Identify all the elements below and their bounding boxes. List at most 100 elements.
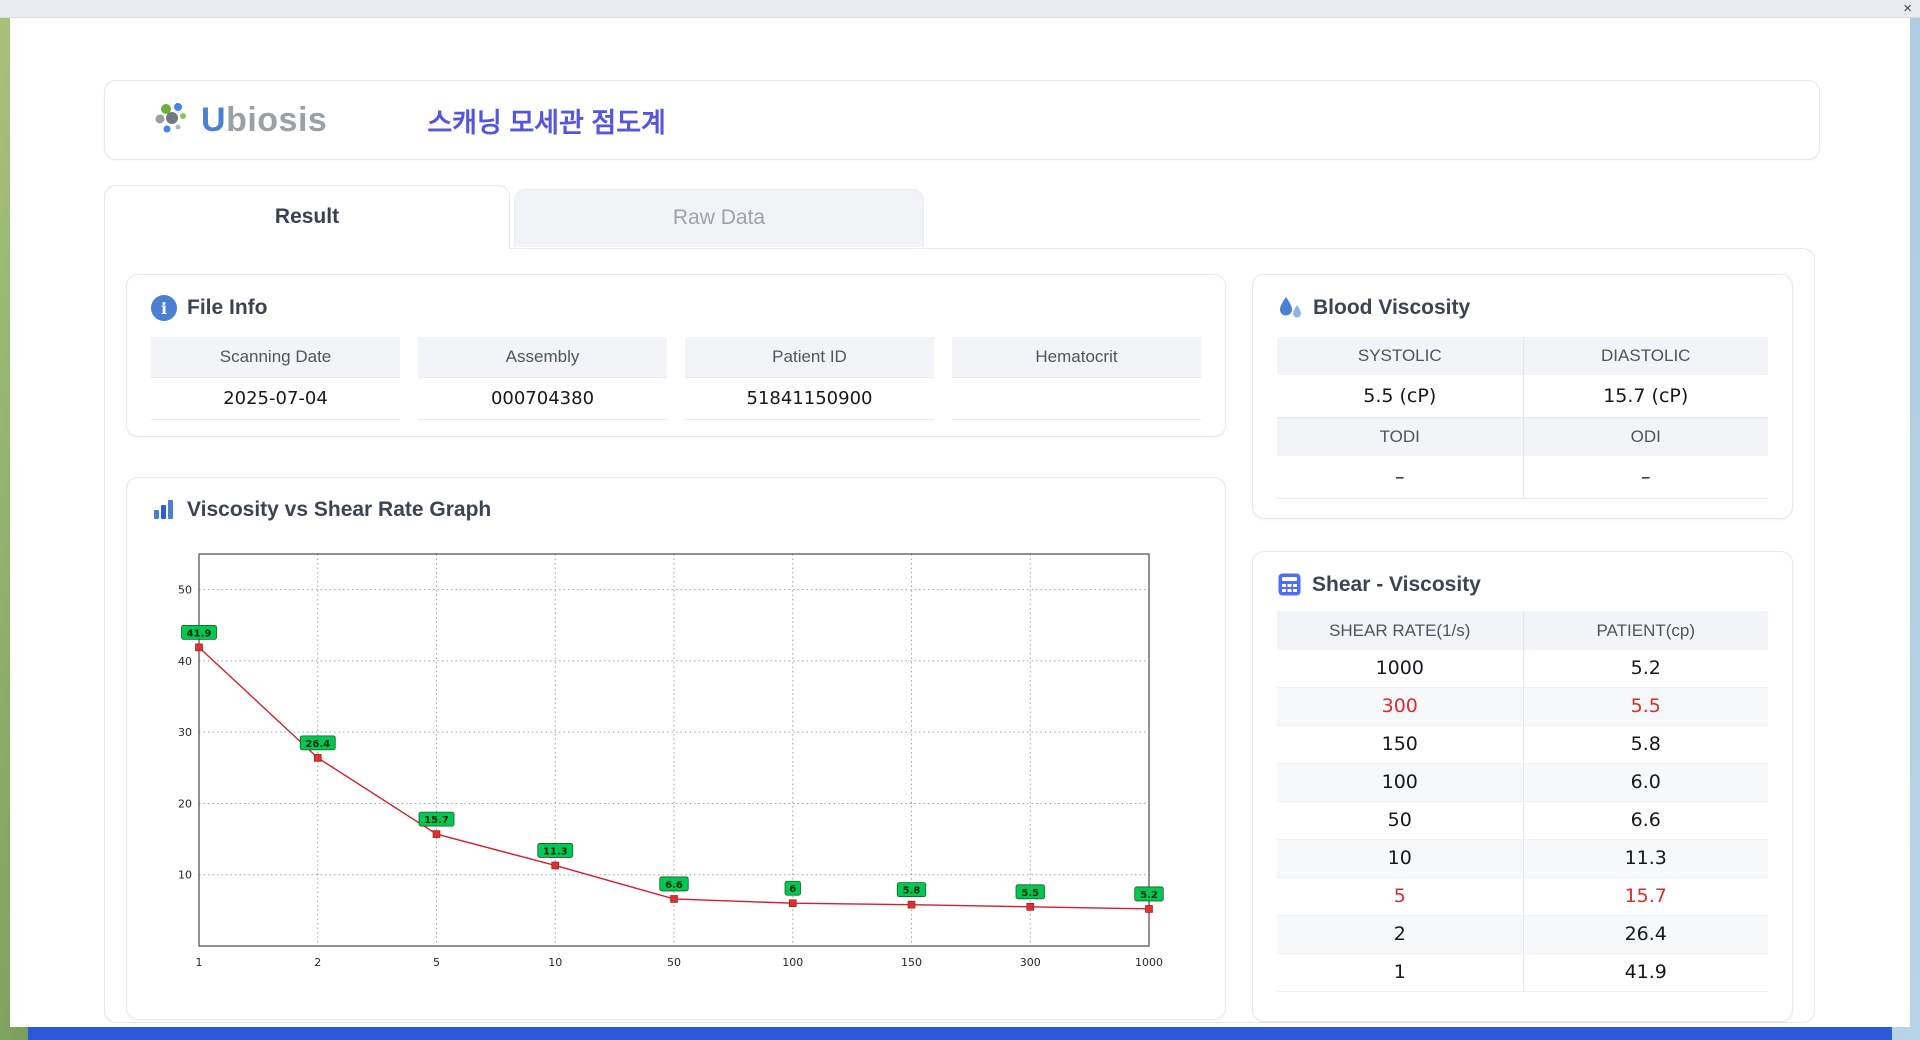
logo-dots-icon	[155, 103, 186, 133]
svg-text:10: 10	[548, 956, 562, 969]
close-icon[interactable]: ×	[1903, 0, 1912, 17]
shear-viscosity-row: 1 41.9	[1277, 954, 1768, 992]
bottom-taskbar	[28, 1027, 1892, 1040]
field-label: Scanning Date	[151, 337, 400, 378]
file-info-field: Assembly 000704380	[418, 337, 667, 420]
table-body: 1000 5.2 300 5.5 150 5.8 100 6.0 50 6.6 10 11.3 5 15.…	[1277, 650, 1768, 992]
file-info-field: Scanning Date 2025-07-04	[151, 337, 400, 420]
todi-value: –	[1277, 456, 1523, 499]
header-card: Ubiosis 스캐닝 모세관 점도계	[104, 80, 1820, 160]
shear-rate-cell: 2	[1393, 923, 1406, 945]
svg-text:1000: 1000	[1135, 956, 1163, 969]
shear-rate-cell: 50	[1387, 809, 1412, 831]
viscosity-shear-chart: 10 20 30 40 50 1 2 5 10 50 100 150 300 1000 41.9 26.4 15…	[178, 553, 1164, 969]
tab-result[interactable]: Result	[104, 185, 510, 249]
shear-rate-column-header: SHEAR RATE(1/s)	[1329, 621, 1471, 640]
info-icon: i	[151, 295, 177, 321]
file-info-card: i File Info Scanning Date 2025-07-04 Assem…	[126, 274, 1226, 437]
blood-viscosity-grid: SYSTOLIC DIASTOLIC 5.5 (cP) 15.7 (cP) TO…	[1277, 337, 1768, 499]
data-point-marker	[670, 895, 678, 903]
ubiosis-logo: Ubiosis	[151, 100, 327, 140]
table-header-row: SHEAR RATE(1/s) PATIENT(cp)	[1277, 611, 1768, 650]
shear-viscosity-row: 150 5.8	[1277, 726, 1768, 764]
diastolic-label: DIASTOLIC	[1522, 337, 1768, 375]
blood-viscosity-card: Blood Viscosity SYSTOLIC DIASTOLIC 5.5 (…	[1252, 274, 1793, 519]
point-value-label: 5.8	[903, 886, 921, 897]
desktop-background: × Ubiosis 스캐닝 모세관 점도계 Raw Data Result i …	[0, 0, 1920, 1040]
data-point-marker	[195, 643, 203, 652]
svg-text:20: 20	[178, 797, 192, 810]
field-label: Hematocrit	[952, 337, 1201, 378]
field-value	[952, 378, 1201, 420]
point-value-label: 41.9	[187, 628, 212, 639]
shear-rate-cell: 1	[1393, 961, 1406, 983]
bar-chart-icon	[154, 500, 173, 519]
file-info-field: Hematocrit	[952, 337, 1201, 420]
data-point-marker	[1026, 902, 1035, 911]
svg-text:150: 150	[901, 956, 922, 969]
shear-rate-cell: 100	[1381, 771, 1418, 793]
point-value-label: 6	[789, 884, 796, 895]
patient-column-header: PATIENT(cp)	[1522, 611, 1769, 650]
shear-viscosity-card: Shear - Viscosity SHEAR RATE(1/s) PATIEN…	[1252, 551, 1793, 1022]
shear-rate-cell: 300	[1381, 695, 1418, 717]
point-value-label: 6.6	[665, 880, 683, 891]
water-drops-icon	[1280, 297, 1301, 318]
data-point-marker	[1145, 905, 1153, 913]
field-value: 2025-07-04	[151, 378, 400, 420]
field-label: Patient ID	[685, 337, 934, 378]
patient-cp-cell: 15.7	[1522, 878, 1769, 915]
data-point-marker	[551, 861, 560, 870]
svg-text:50: 50	[178, 584, 192, 597]
shear-rate-cell: 150	[1381, 733, 1418, 755]
svg-text:2: 2	[314, 956, 321, 969]
viscosity-graph-card: Viscosity vs Shear Rate Graph 10 20 30 40 50…	[126, 477, 1226, 1020]
systolic-label: SYSTOLIC	[1277, 337, 1523, 375]
svg-text:300: 300	[1020, 956, 1041, 969]
result-panel: i File Info Scanning Date 2025-07-04 Assem…	[104, 248, 1815, 1023]
svg-text:5: 5	[433, 956, 440, 969]
svg-text:1: 1	[196, 956, 203, 969]
shear-viscosity-table: SHEAR RATE(1/s) PATIENT(cp) 1000 5.2 300 5.…	[1277, 611, 1768, 992]
patient-cp-cell: 5.5	[1522, 688, 1769, 725]
svg-text:40: 40	[178, 655, 192, 668]
app-window: Ubiosis 스캐닝 모세관 점도계 Raw Data Result i Fi…	[10, 17, 1910, 1027]
shear-rate-cell: 5	[1393, 885, 1406, 907]
tab-raw-data[interactable]: Raw Data	[514, 189, 924, 247]
svg-text:10: 10	[178, 869, 192, 882]
shear-viscosity-row: 5 15.7	[1277, 878, 1768, 916]
point-value-label: 5.5	[1021, 888, 1039, 899]
shear-viscosity-row: 300 5.5	[1277, 688, 1768, 726]
odi-label: ODI	[1522, 418, 1768, 456]
todi-label: TODI	[1277, 418, 1523, 456]
field-value: 51841150900	[685, 378, 934, 420]
blood-viscosity-title: Blood Viscosity	[1313, 296, 1471, 319]
shear-viscosity-row: 50 6.6	[1277, 802, 1768, 840]
shear-viscosity-row: 1000 5.2	[1277, 650, 1768, 688]
shear-viscosity-row: 10 11.3	[1277, 840, 1768, 878]
data-point-marker	[788, 899, 797, 908]
patient-cp-cell: 6.6	[1522, 802, 1769, 839]
file-info-title: File Info	[187, 296, 268, 319]
window-title-strip: ×	[0, 0, 1920, 18]
logo-text: Ubiosis	[201, 100, 328, 139]
field-value: 000704380	[418, 378, 667, 420]
shear-rate-cell: 10	[1387, 847, 1412, 869]
svg-text:50: 50	[667, 956, 681, 969]
file-info-field: Patient ID 51841150900	[685, 337, 934, 420]
point-value-label: 11.3	[543, 846, 568, 857]
data-points: 41.9 26.4 15.7 11.3 6.6 6 5.8 5.5 5.2	[181, 624, 1164, 913]
patient-cp-cell: 6.0	[1522, 764, 1769, 801]
point-value-label: 15.7	[424, 815, 449, 826]
patient-cp-cell: 5.2	[1522, 650, 1769, 687]
table-grid-icon	[1278, 573, 1301, 596]
shear-viscosity-row: 100 6.0	[1277, 764, 1768, 802]
patient-cp-cell: 41.9	[1522, 954, 1769, 991]
diastolic-value: 15.7 (cP)	[1522, 375, 1768, 418]
shear-rate-cell: 1000	[1375, 657, 1424, 679]
patient-cp-cell: 5.8	[1522, 726, 1769, 763]
point-value-label: 5.2	[1140, 890, 1158, 901]
app-title: 스캐닝 모세관 점도계	[427, 107, 666, 138]
data-point-marker	[432, 830, 441, 838]
systolic-value: 5.5 (cP)	[1277, 375, 1523, 418]
